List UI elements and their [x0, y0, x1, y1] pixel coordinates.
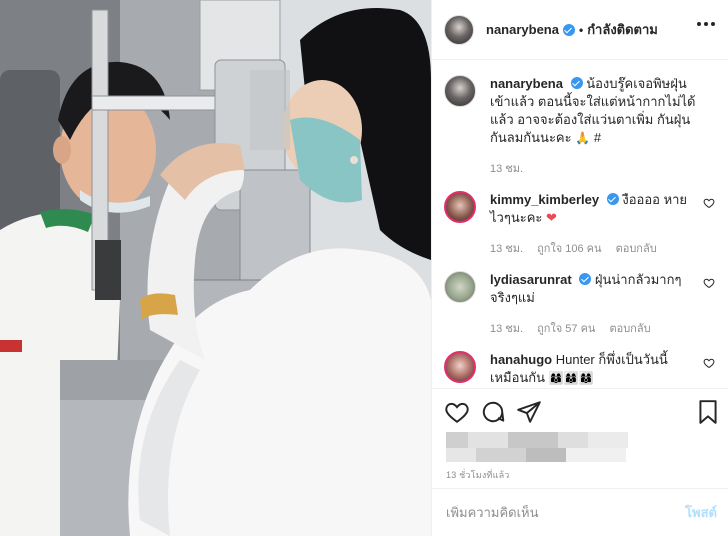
comment-likes[interactable]: ถูกใจ 57 คน — [537, 319, 595, 337]
separator-dot: • — [578, 22, 584, 37]
caption-time: 13 ชม. — [490, 163, 524, 175]
reply-button[interactable]: ตอบกลับ — [609, 319, 650, 337]
more-icon[interactable] — [697, 22, 715, 28]
comment-icon[interactable] — [480, 399, 506, 425]
caption: nanarybena น้องบรู๊คเจอพิษฝุ่นเข้าแล้ว ต… — [444, 75, 717, 177]
instagram-post: nanarybena • กำลังติดตาม nanarybena น้อง… — [0, 0, 728, 536]
verified-icon — [570, 77, 583, 89]
heart-icon[interactable] — [703, 197, 715, 209]
comment-time: 13 ชม. — [490, 243, 524, 255]
verified-icon — [562, 23, 575, 36]
author-avatar[interactable] — [444, 75, 476, 107]
share-icon[interactable] — [516, 399, 542, 425]
heart-icon[interactable] — [703, 357, 715, 369]
heart-icon[interactable] — [703, 277, 715, 289]
commenter-avatar[interactable] — [444, 271, 476, 303]
comment-username[interactable]: hanahugo — [490, 352, 552, 367]
action-bar — [432, 388, 728, 434]
photo-illustration — [0, 0, 431, 536]
comment-time: 13 ชม. — [490, 323, 524, 335]
post-sidebar: nanarybena • กำลังติดตาม nanarybena น้อง… — [431, 0, 728, 536]
add-comment-bar: โพสต์ — [432, 488, 728, 536]
verified-icon — [579, 273, 592, 285]
comment-item: hanahugo Hunter ก็พึ่งเป็นวันนี้ เหมือนก… — [444, 351, 717, 387]
comment-username[interactable]: lydiasarunrat — [490, 272, 572, 287]
likes-count-blurred — [446, 432, 642, 464]
author-username[interactable]: nanarybena — [486, 22, 559, 37]
comment-input[interactable] — [446, 505, 666, 520]
caption-hashtag[interactable]: # — [594, 130, 601, 145]
post-header: nanarybena • กำลังติดตาม — [432, 0, 728, 60]
comment-item: lydiasarunrat ฝุ่นน่ากลัวมากๆ จริงๆแม่ 1… — [444, 271, 717, 337]
verified-icon — [606, 193, 619, 205]
comment-likes[interactable]: ถูกใจ 106 คน — [537, 239, 601, 257]
commenter-avatar[interactable] — [444, 191, 476, 223]
heart-icon[interactable] — [444, 399, 470, 425]
follow-status-button[interactable]: กำลังติดตาม — [587, 19, 658, 40]
author-avatar[interactable] — [444, 14, 474, 45]
heart-emoji: ❤ — [546, 210, 557, 225]
caption-emoji: 🙏 — [575, 131, 591, 145]
post-photo[interactable] — [0, 0, 431, 536]
bookmark-icon[interactable] — [695, 399, 721, 425]
family-emoji: 👩‍👩‍👦👩‍👩‍👦👩‍👩‍👦 — [548, 371, 594, 385]
reply-button[interactable]: ตอบกลับ — [616, 239, 657, 257]
post-comment-button[interactable]: โพสต์ — [685, 502, 717, 523]
comment-item: kimmy_kimberley งืออออ หาย ไวๆนะคะ ❤ 13 … — [444, 191, 717, 257]
post-timestamp: 13 ชั่วโมงที่แล้ว — [446, 470, 510, 480]
comments-list[interactable]: nanarybena น้องบรู๊คเจอพิษฝุ่นเข้าแล้ว ต… — [432, 61, 728, 387]
comment-username[interactable]: kimmy_kimberley — [490, 192, 599, 207]
caption-username[interactable]: nanarybena — [490, 76, 563, 91]
commenter-avatar[interactable] — [444, 351, 476, 383]
